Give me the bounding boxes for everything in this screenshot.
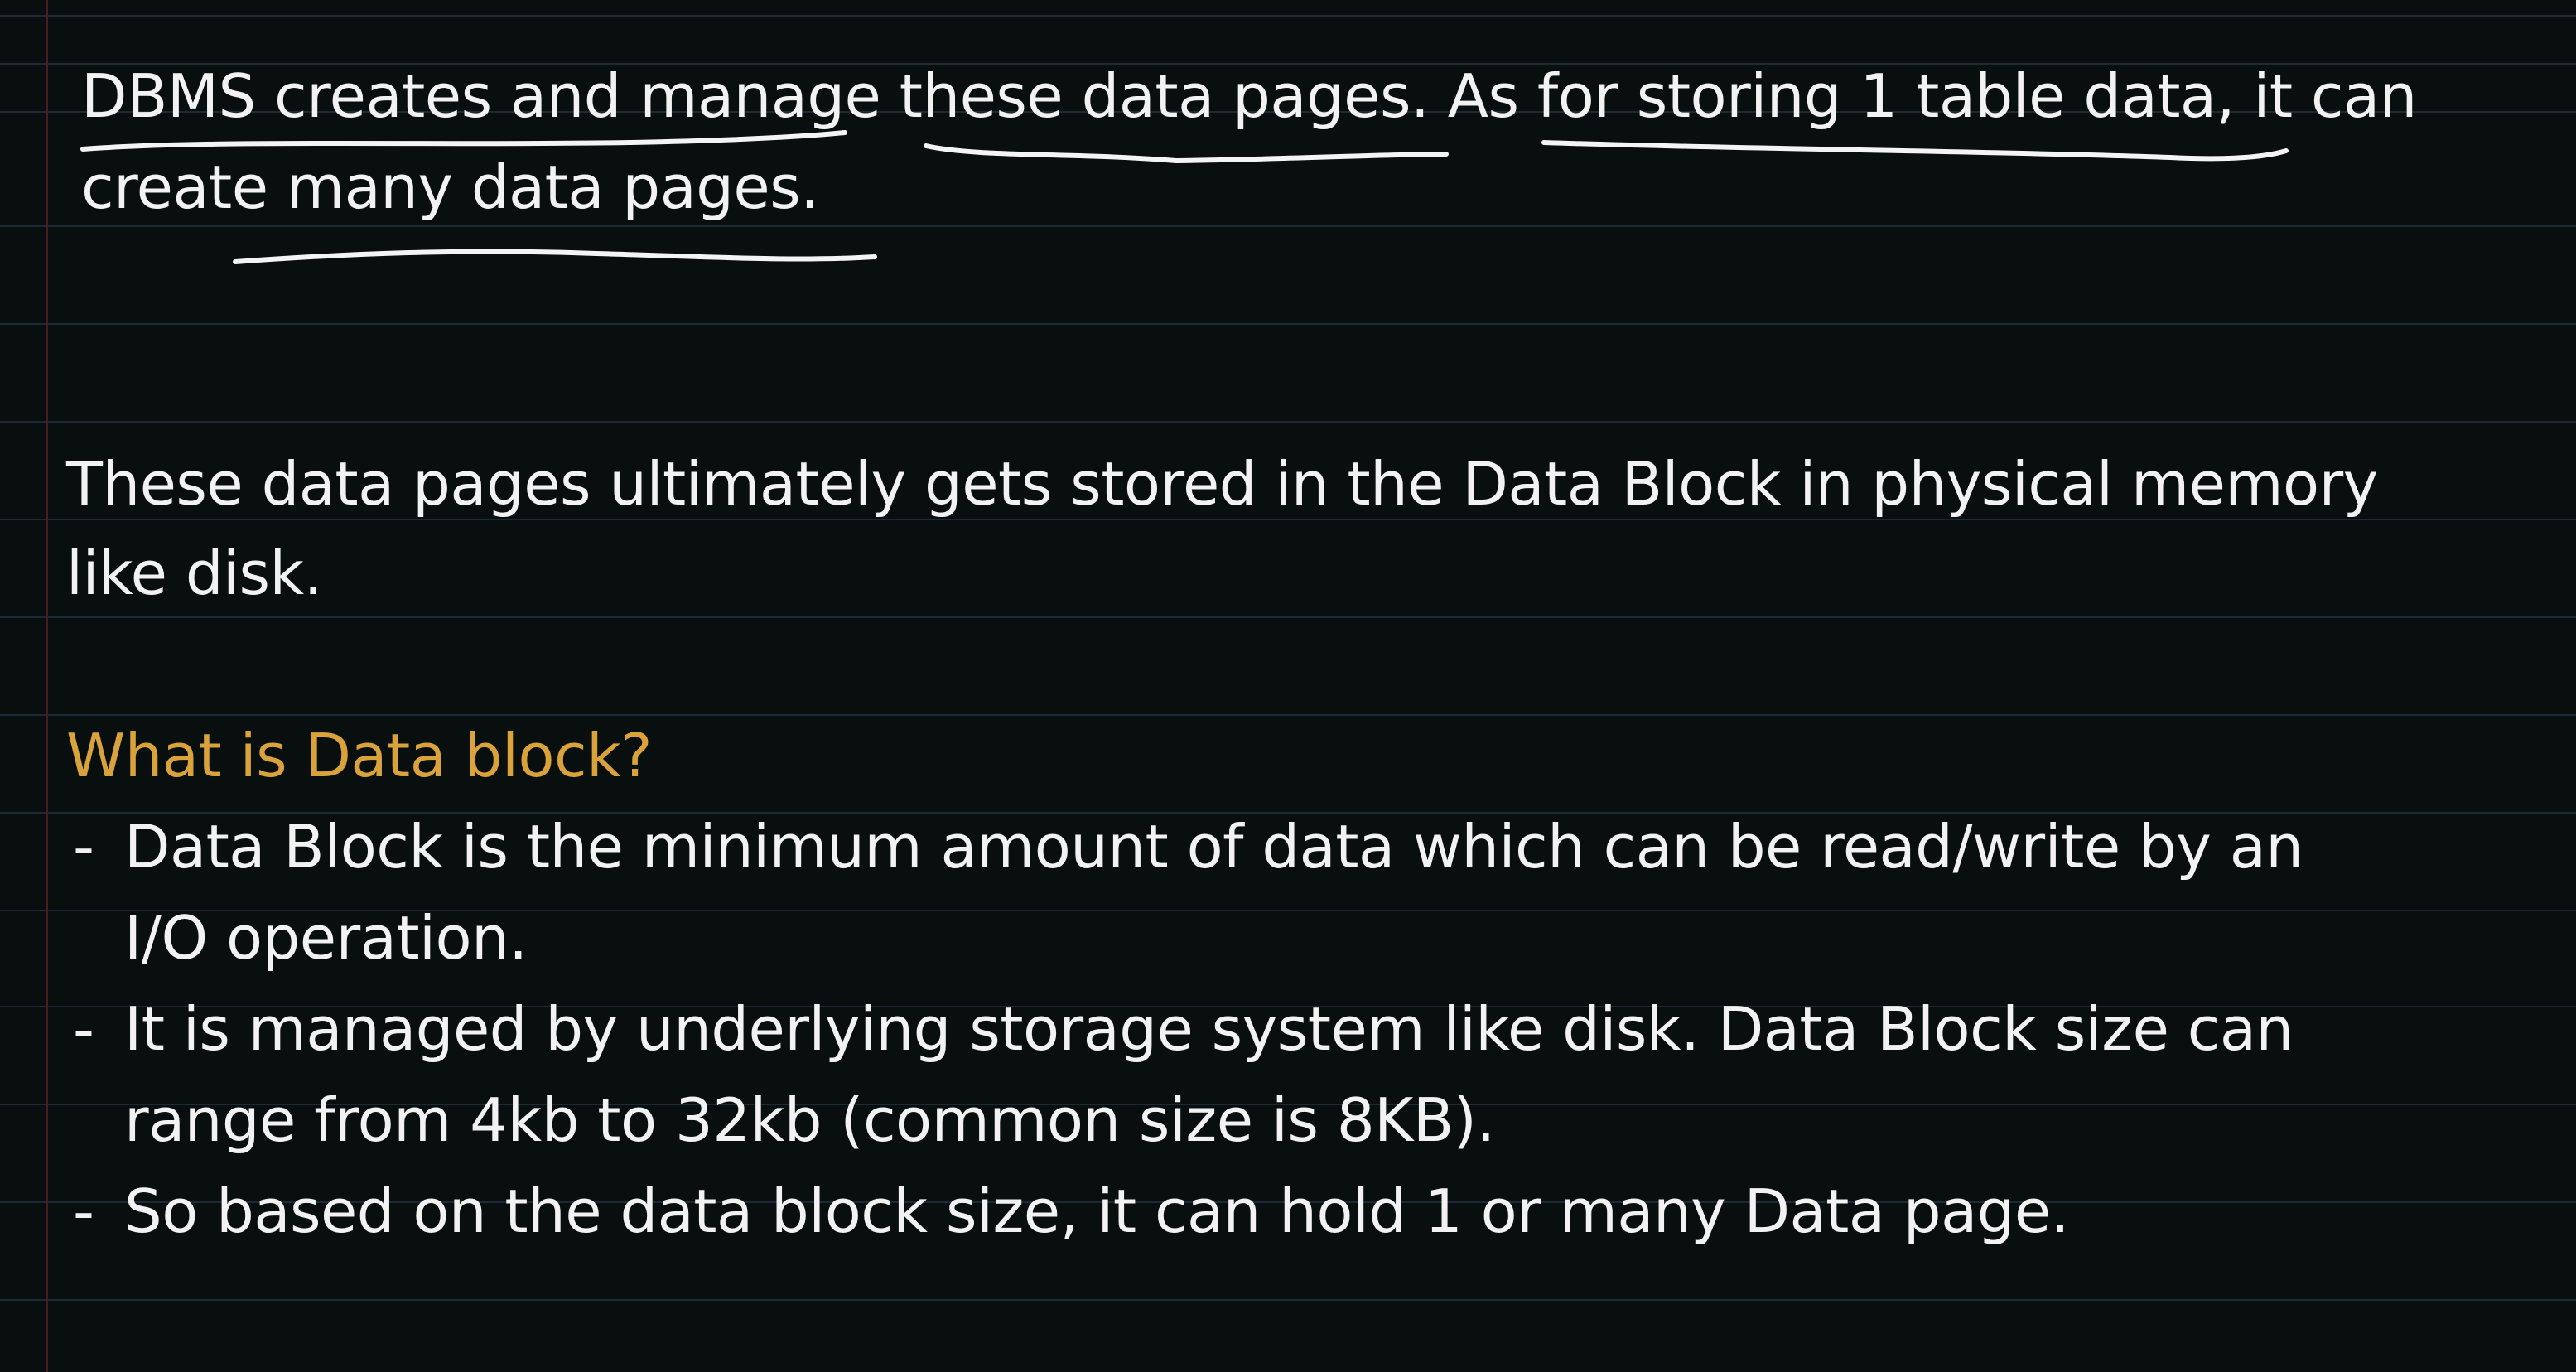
rule-line <box>0 616 2576 618</box>
notebook-page: DBMS creates and manage these data pages… <box>0 0 2576 1372</box>
bullet-marker: - <box>73 812 94 882</box>
underline-many-data-pages <box>233 249 877 264</box>
paragraph1-line2: create many data pages. <box>81 152 819 222</box>
margin-line <box>46 0 48 1372</box>
bullet1-line1: Data Block is the minimum amount of data… <box>124 812 2303 882</box>
bullet-marker: - <box>73 1176 94 1246</box>
rule-line <box>0 15 2576 17</box>
bullet1-line2: I/O operation. <box>124 903 528 973</box>
rule-line <box>0 1299 2576 1301</box>
bullet-marker: - <box>73 994 94 1064</box>
paragraph1-line1: DBMS creates and manage these data pages… <box>81 61 2417 131</box>
rule-line <box>0 421 2576 423</box>
underline-storing-1-table-data <box>1541 140 2289 162</box>
bullet3-line1: So based on the data block size, it can … <box>124 1176 2070 1246</box>
underline-these-data-pages <box>924 143 1449 163</box>
paragraph2-line1: These data pages ultimately gets stored … <box>66 449 2378 519</box>
rule-line <box>0 323 2576 325</box>
bullet2-line2: range from 4kb to 32kb (common size is 8… <box>124 1085 1495 1155</box>
paragraph2-line2: like disk. <box>66 539 323 608</box>
section-heading: What is Data block? <box>66 721 653 790</box>
bullet2-line1: It is managed by underlying storage syst… <box>124 994 2294 1064</box>
